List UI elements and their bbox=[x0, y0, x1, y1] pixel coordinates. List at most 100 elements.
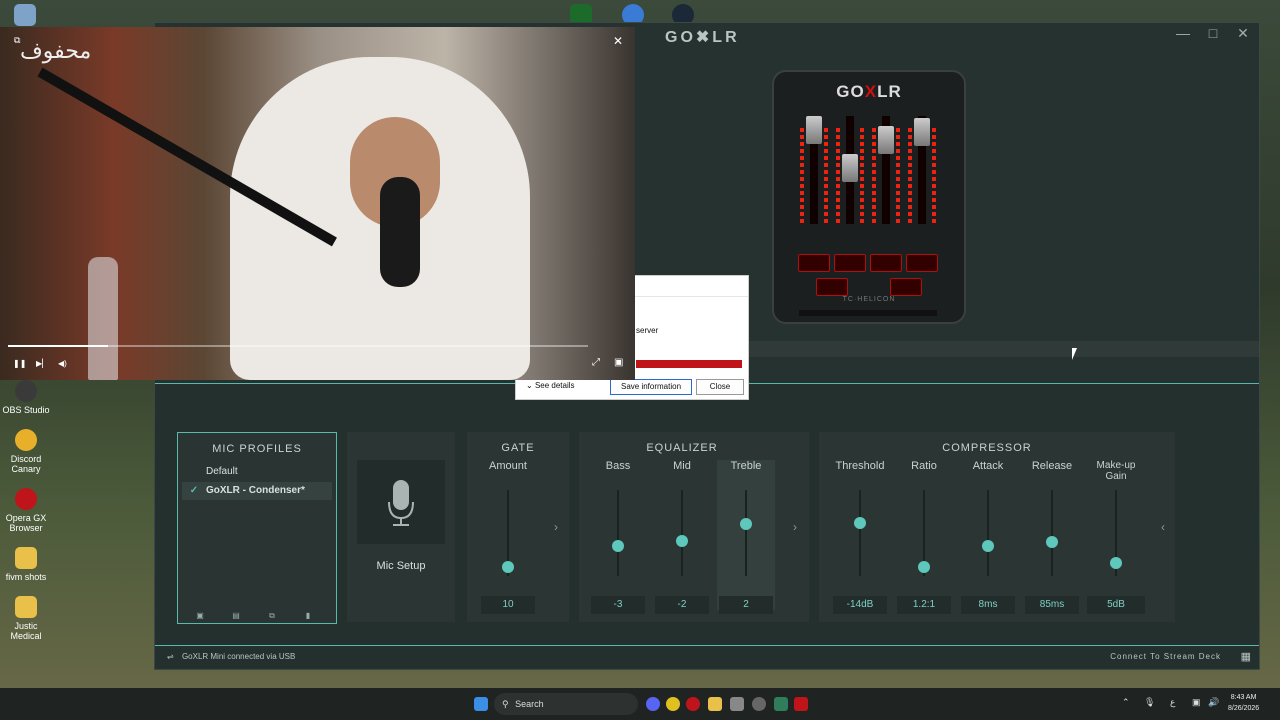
comp-release-value[interactable]: 85ms bbox=[1025, 596, 1079, 614]
microphone-tray-icon[interactable]: 🎙 bbox=[1144, 697, 1155, 708]
slider-handle[interactable] bbox=[502, 561, 514, 574]
delete-profile-icon[interactable]: ▮ bbox=[290, 611, 326, 620]
see-details-toggle[interactable]: ⌄ See details bbox=[526, 381, 575, 390]
level-meter bbox=[836, 128, 840, 224]
desktop-icon-opera[interactable]: Opera GX Browser bbox=[0, 488, 52, 533]
eq-bass-slider[interactable] bbox=[617, 490, 619, 576]
desktop-icon-justic[interactable]: Justic Medical bbox=[0, 596, 52, 641]
goxlr-device-image: GOXLR TC·HELICON bbox=[772, 70, 966, 324]
taskbar: ⚲ Search ⌃ 🎙 ع ▣ 🔊 8:43 AM 8/26/2026 bbox=[0, 688, 1280, 720]
device-fader bbox=[806, 116, 822, 224]
comp-attack-slider[interactable] bbox=[987, 490, 989, 576]
desktop-icon-fivm[interactable]: fivm shots bbox=[0, 547, 52, 582]
slider-handle[interactable] bbox=[676, 534, 688, 547]
dialog-close-button[interactable]: Close bbox=[696, 379, 744, 395]
save-information-button[interactable]: Save information bbox=[610, 379, 692, 395]
device-mute-button[interactable] bbox=[798, 254, 830, 272]
comp-attack-value[interactable]: 8ms bbox=[961, 596, 1015, 614]
device-mute-button[interactable] bbox=[870, 254, 902, 272]
eq-mid-control: Mid -2 bbox=[653, 460, 711, 614]
pip-fullscreen-icon[interactable]: ▣ bbox=[614, 357, 623, 368]
slider-handle[interactable] bbox=[1046, 535, 1058, 548]
level-meter bbox=[872, 128, 876, 224]
volume-tray-icon[interactable]: 🔊 bbox=[1208, 697, 1219, 708]
eq-treble-slider[interactable] bbox=[745, 490, 747, 576]
slider-handle[interactable] bbox=[982, 539, 994, 552]
chrome-taskbar-icon[interactable] bbox=[666, 697, 680, 711]
level-meter bbox=[860, 128, 864, 224]
comp-release-slider[interactable] bbox=[1051, 490, 1053, 576]
video-pip-window[interactable]: محفوف ⧉ ✕ ❚❚ ▶▏ ◀) ⤢ ▣ bbox=[0, 27, 635, 380]
gate-title: GATE bbox=[501, 442, 535, 454]
grid-icon[interactable]: ▦ bbox=[1241, 646, 1251, 668]
slider-handle[interactable] bbox=[918, 561, 930, 574]
duplicate-profile-icon[interactable]: ⧉ bbox=[254, 611, 290, 621]
comp-ratio-value[interactable]: 1.2:1 bbox=[897, 596, 951, 614]
device-brand: TC·HELICON bbox=[842, 296, 896, 303]
pip-back-to-tab-icon[interactable]: ⧉ bbox=[14, 35, 20, 46]
app-taskbar-icon[interactable] bbox=[730, 697, 744, 711]
taskbar-search[interactable]: ⚲ Search bbox=[494, 693, 638, 715]
stream-deck-link[interactable]: Connect To Stream Deck bbox=[1110, 646, 1221, 668]
pip-resize-icon[interactable]: ⤢ bbox=[592, 357, 600, 368]
error-banner bbox=[636, 360, 742, 368]
comp-attack-control: Attack 8ms bbox=[959, 460, 1017, 614]
start-icon[interactable] bbox=[474, 697, 488, 711]
close-button[interactable]: ✕ bbox=[1232, 25, 1254, 42]
chevron-right-icon[interactable]: › bbox=[793, 520, 797, 534]
opera-taskbar-icon[interactable] bbox=[686, 697, 700, 711]
eq-treble-control: Treble 2 bbox=[717, 460, 775, 614]
eq-mid-slider[interactable] bbox=[681, 490, 683, 576]
chevron-down-icon: ⌄ bbox=[526, 381, 533, 390]
pause-icon[interactable]: ❚❚ bbox=[13, 359, 26, 368]
profile-item-default[interactable]: Default bbox=[182, 463, 332, 481]
video-progress-bar[interactable] bbox=[8, 345, 588, 347]
desktop-icon-discord[interactable]: Discord Canary bbox=[0, 429, 52, 474]
next-track-icon[interactable]: ▶▏ bbox=[36, 359, 48, 368]
app-taskbar-icon[interactable] bbox=[774, 697, 788, 711]
pip-close-icon[interactable]: ✕ bbox=[613, 34, 623, 48]
desktop-icon-obs[interactable]: OBS Studio bbox=[0, 380, 52, 415]
steam-taskbar-icon[interactable] bbox=[752, 697, 766, 711]
new-profile-icon[interactable]: ▤ bbox=[218, 611, 254, 620]
device-fx-button[interactable] bbox=[890, 278, 922, 296]
language-indicator[interactable]: ع bbox=[1170, 697, 1175, 708]
taskbar-clock[interactable]: 8:43 AM 8/26/2026 bbox=[1228, 692, 1259, 714]
eq-bass-value[interactable]: -3 bbox=[591, 596, 645, 614]
folder-icon bbox=[15, 547, 37, 569]
device-fx-button[interactable] bbox=[816, 278, 848, 296]
comp-ratio-control: Ratio 1.2:1 bbox=[895, 460, 953, 614]
slider-handle[interactable] bbox=[612, 539, 624, 552]
mic-setup-panel[interactable]: Mic Setup bbox=[347, 432, 455, 622]
device-fader bbox=[878, 116, 894, 224]
slider-handle[interactable] bbox=[740, 518, 752, 531]
recycle-bin-icon[interactable] bbox=[14, 4, 36, 26]
discord-icon bbox=[15, 429, 37, 451]
comp-threshold-value[interactable]: -14dB bbox=[833, 596, 887, 614]
maximize-button[interactable]: □ bbox=[1202, 25, 1224, 41]
chevron-right-icon[interactable]: › bbox=[554, 520, 558, 534]
slider-handle[interactable] bbox=[1110, 557, 1122, 570]
discord-taskbar-icon[interactable] bbox=[646, 697, 660, 711]
comp-makeup-gain-control: Make-up Gain 5dB bbox=[1085, 460, 1147, 614]
device-fader bbox=[842, 116, 858, 224]
comp-makeup-gain-value[interactable]: 5dB bbox=[1087, 596, 1145, 614]
eq-mid-value[interactable]: -2 bbox=[655, 596, 709, 614]
files-taskbar-icon[interactable] bbox=[708, 697, 722, 711]
chevron-up-icon[interactable]: ⌃ bbox=[1122, 697, 1130, 708]
profile-item-condenser[interactable]: ✓ GoXLR - Condenser* bbox=[182, 482, 332, 500]
network-icon[interactable]: ▣ bbox=[1192, 697, 1201, 708]
device-mute-button[interactable] bbox=[834, 254, 866, 272]
minimize-button[interactable]: — bbox=[1172, 25, 1194, 41]
goxlr-taskbar-icon[interactable] bbox=[794, 697, 808, 711]
save-profile-icon[interactable]: ▣ bbox=[182, 611, 218, 620]
gate-amount-value[interactable]: 10 bbox=[481, 596, 535, 614]
slider-handle[interactable] bbox=[854, 516, 866, 529]
chevron-left-icon[interactable]: ‹ bbox=[1161, 520, 1165, 534]
comp-threshold-slider[interactable] bbox=[859, 490, 861, 576]
eq-treble-value[interactable]: 2 bbox=[719, 596, 773, 614]
obs-icon bbox=[15, 380, 37, 402]
device-mute-button[interactable] bbox=[906, 254, 938, 272]
comp-release-control: Release 85ms bbox=[1023, 460, 1081, 614]
volume-icon[interactable]: ◀) bbox=[58, 359, 67, 368]
